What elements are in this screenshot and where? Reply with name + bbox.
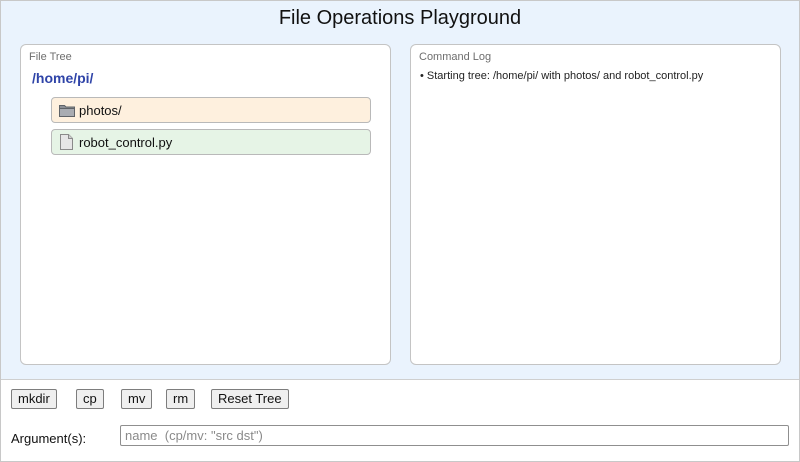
cp-button[interactable]: cp (76, 389, 104, 409)
tree-item-label: photos/ (79, 102, 122, 118)
argument-label: Argument(s): (11, 431, 87, 446)
argument-input[interactable] (120, 425, 789, 446)
command-log-label: Command Log (419, 51, 492, 63)
app-window: File Operations Playground File Tree /ho… (0, 0, 800, 462)
log-entry: • Starting tree: /home/pi/ with photos/ … (420, 70, 704, 82)
folder-icon (59, 102, 75, 118)
file-tree-panel: File Tree /home/pi/ photos/ robot_contro… (20, 44, 391, 365)
rm-button[interactable]: rm (166, 389, 196, 409)
page-title: File Operations Playground (278, 7, 522, 29)
tree-item-robot-control[interactable]: robot_control.py (51, 129, 371, 155)
file-icon (59, 134, 75, 150)
command-log-panel: Command Log • Starting tree: /home/pi/ w… (410, 44, 781, 365)
tree-item-photos[interactable]: photos/ (51, 97, 371, 123)
file-tree-label: File Tree (29, 51, 72, 63)
workspace-area: File Operations Playground File Tree /ho… (1, 1, 799, 380)
reset-tree-button[interactable]: Reset Tree (211, 389, 289, 409)
mv-button[interactable]: mv (121, 389, 153, 409)
command-bar: mkdir cp mv rm Reset Tree Argument(s): (1, 381, 799, 461)
root-path: /home/pi/ (32, 70, 94, 86)
mkdir-button[interactable]: mkdir (11, 389, 57, 409)
tree-item-label: robot_control.py (79, 134, 173, 150)
